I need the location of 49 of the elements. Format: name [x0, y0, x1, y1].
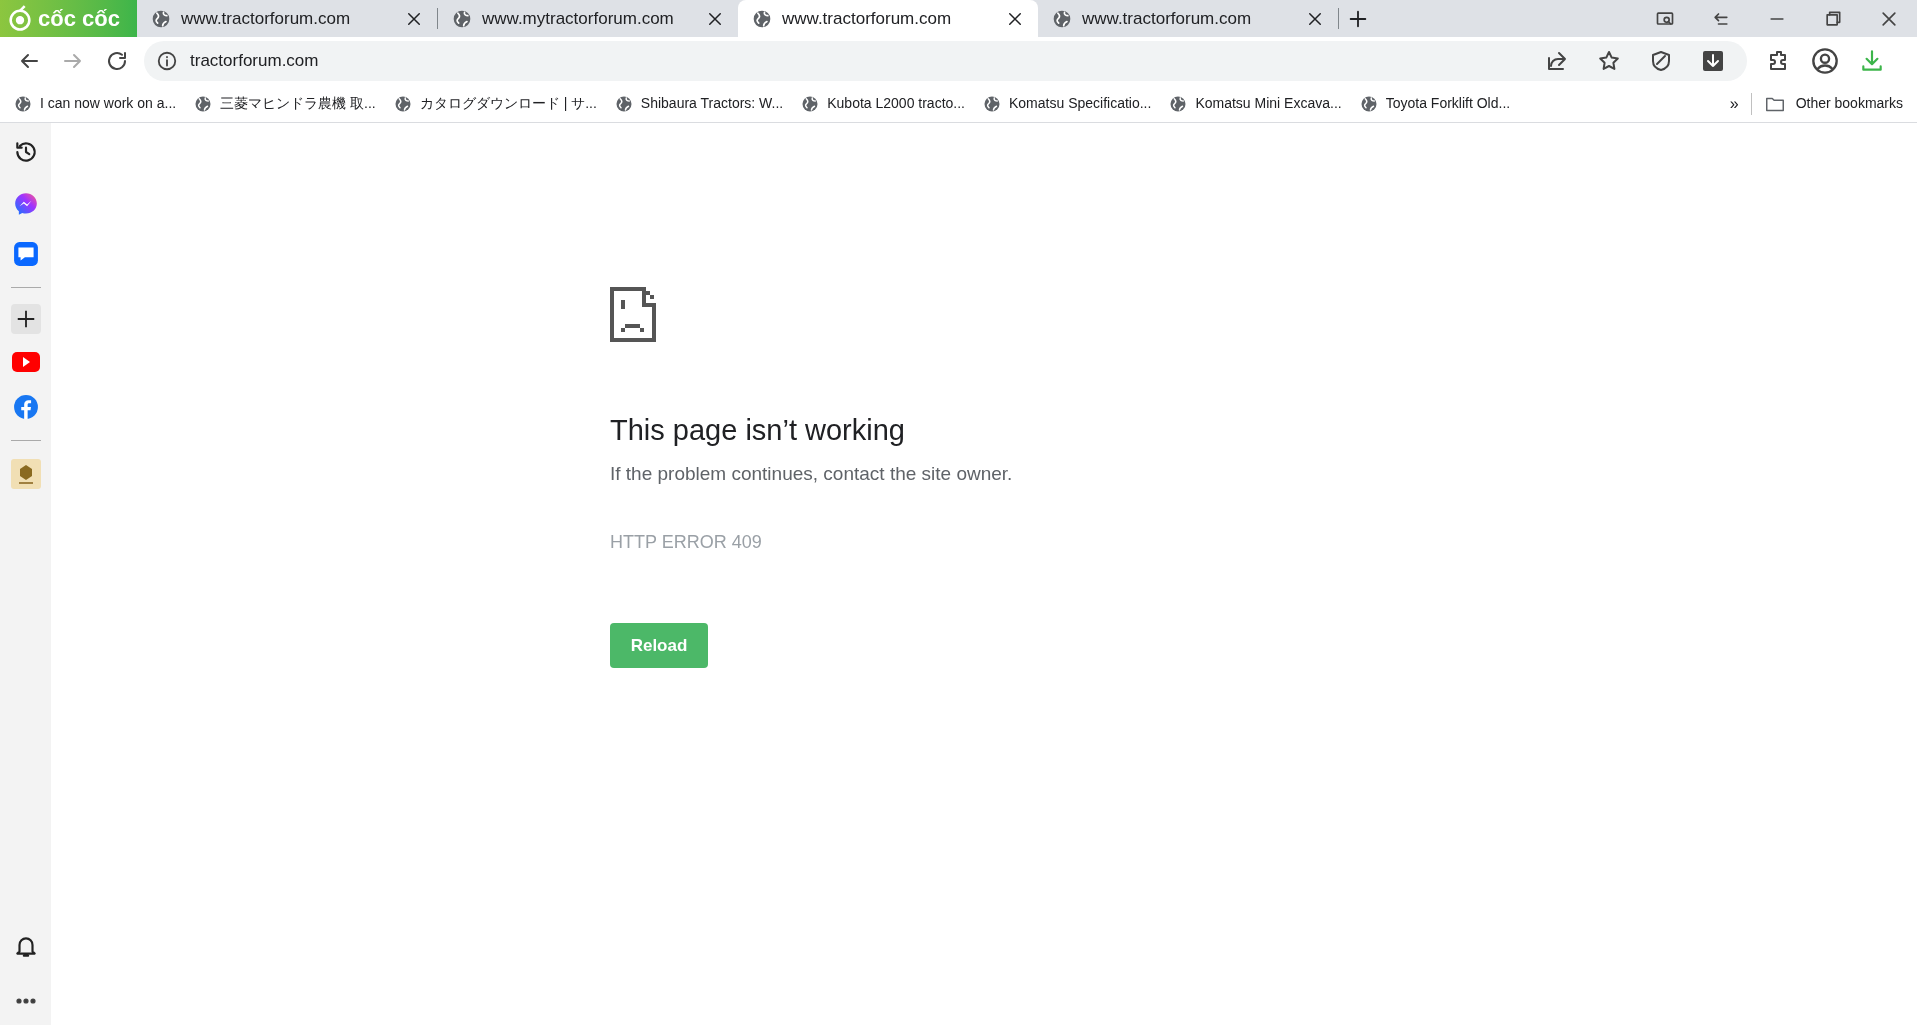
globe-icon [14, 94, 32, 113]
bookmark-item[interactable]: I can now work on a... [14, 93, 177, 114]
globe-icon [614, 94, 633, 113]
profile-icon[interactable] [1811, 47, 1839, 75]
error-message: If the problem continues, contact the site owner. [610, 462, 1014, 487]
bookmark-item[interactable]: Kubota L2000 tracto... [801, 93, 965, 114]
star-icon[interactable] [1597, 49, 1621, 73]
tab-title: www.mytractorforum.com [482, 7, 675, 30]
bookmark-item[interactable]: Komatsu Mini Excava... [1169, 93, 1342, 114]
sad-page-icon [610, 287, 656, 342]
globe-icon [1052, 8, 1072, 29]
browser-tab[interactable]: www.tractorforum.com [738, 0, 1038, 37]
error-code: HTTP ERROR 409 [610, 530, 763, 554]
info-icon [156, 50, 178, 72]
bookmark-item[interactable]: 三菱マヒンドラ農機 取... [194, 93, 376, 114]
tab-title: www.tractorforum.com [181, 7, 352, 30]
bookmark-item[interactable]: Shibaura Tractors: W... [614, 93, 784, 114]
share-icon[interactable] [1545, 49, 1569, 73]
video-play-icon[interactable] [11, 352, 40, 372]
app-shortcut-icon[interactable] [10, 459, 41, 489]
address-bar[interactable]: tractorforum.com [144, 41, 1747, 81]
chat-app-icon[interactable] [12, 241, 39, 267]
tab-title: www.tractorforum.com [782, 7, 953, 30]
globe-icon [983, 94, 1001, 113]
globe-icon [801, 94, 820, 113]
bookmark-item[interactable]: Toyota Forklift Old... [1359, 93, 1511, 114]
globe-icon [393, 94, 412, 113]
shield-icon[interactable] [1649, 49, 1673, 73]
globe-icon [1169, 94, 1188, 113]
bookmark-item[interactable]: Komatsu Specificatio... [983, 93, 1152, 114]
globe-icon [194, 94, 213, 113]
messenger-icon[interactable] [12, 191, 39, 217]
browser-tab[interactable]: www.mytractorforum.com [438, 0, 738, 37]
bookmarks-overflow-button[interactable]: » [1729, 91, 1739, 116]
globe-icon [452, 8, 472, 29]
globe-icon [151, 8, 171, 29]
url-text: tractorforum.com [190, 50, 320, 73]
other-bookmarks-button[interactable]: Other bookmarks [1763, 92, 1903, 115]
globe-icon [1359, 94, 1378, 113]
facebook-icon[interactable] [12, 394, 39, 420]
error-heading: This page isn’t working [610, 413, 906, 448]
browser-tab[interactable]: www.tractorforum.com [137, 0, 437, 37]
add-icon[interactable] [10, 304, 41, 334]
globe-icon [752, 8, 772, 29]
tab-title: www.tractorforum.com [1082, 7, 1253, 30]
browser-tab[interactable]: www.tractorforum.com [1038, 0, 1338, 37]
reload-icon[interactable] [105, 49, 129, 73]
bookmark-item[interactable]: カタログダウンロード | サ... [393, 93, 597, 114]
download-icon[interactable] [1701, 49, 1725, 73]
